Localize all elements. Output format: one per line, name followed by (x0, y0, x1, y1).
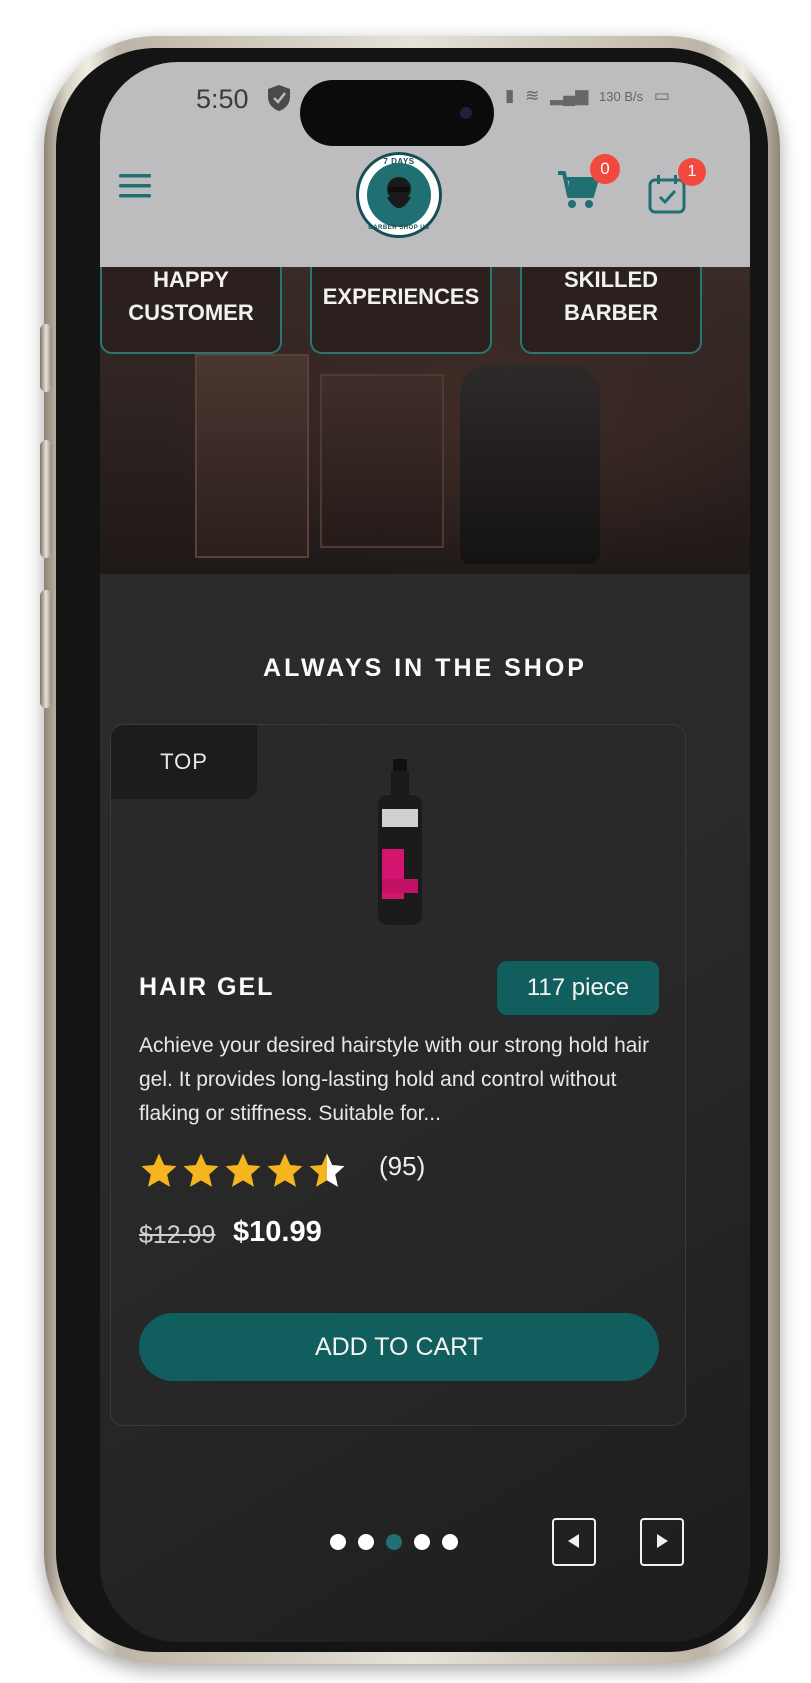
barber-chair-image (460, 364, 600, 564)
cabinet-image (320, 374, 444, 548)
add-to-cart-button[interactable]: ADD TO CART (139, 1313, 659, 1381)
star-icon (183, 1153, 219, 1187)
dynamic-island (300, 80, 494, 146)
shield-icon (268, 85, 290, 111)
triangle-left-icon (568, 1533, 579, 1548)
stat-label: EXPERIENCES (322, 283, 480, 309)
status-icons: ▮ ≋ ▂▄▆ 130 B/s ▭ (505, 86, 676, 106)
star-icon (225, 1153, 261, 1187)
stat-label: BARBER (563, 300, 659, 325)
triangle-right-icon (657, 1533, 668, 1548)
stock-badge: 117 piece (497, 961, 659, 1015)
old-price: $12.99 (139, 1221, 216, 1249)
star-icon (141, 1153, 177, 1187)
wifi-icon: ≋ (525, 86, 540, 105)
section-title: ALWAYS IN THE SHOP (263, 654, 587, 682)
phone-button (40, 324, 52, 392)
shop-section: ALWAYS IN THE SHOP TOP HAIR GEL 117 piec… (100, 574, 750, 1642)
stat-label: SKILLED (563, 267, 659, 292)
barber-face-icon (367, 163, 431, 227)
phone-button (40, 440, 52, 558)
carousel-dot[interactable] (358, 1534, 374, 1550)
carousel-dot[interactable] (414, 1534, 430, 1550)
screen: 5:50 ▮ ≋ ▂▄▆ 130 B/s ▭ 7 DAYS BARBER SHO… (100, 62, 750, 1642)
carousel-prev-button[interactable] (552, 1518, 596, 1566)
signal-icon: ▂▄▆ (550, 86, 589, 105)
carousel-dot[interactable] (330, 1534, 346, 1550)
rating-count: (95) (379, 1151, 426, 1181)
stat-label: HAPPY (153, 267, 229, 292)
camera-icon (460, 107, 472, 119)
top-tag: TOP (111, 725, 257, 799)
app-header: 5:50 ▮ ≋ ▂▄▆ 130 B/s ▭ 7 DAYS BARBER SHO… (100, 62, 750, 267)
cart-count-badge: 0 (590, 154, 620, 184)
product-description: Achieve your desired hairstyle with our … (139, 1034, 650, 1125)
shop-logo[interactable]: 7 DAYS BARBER SHOP US (356, 152, 442, 238)
star-icon (267, 1153, 303, 1187)
new-price: $10.99 (233, 1216, 322, 1248)
battery-icon: ▭ (653, 86, 670, 105)
appointments-count-badge: 1 (678, 158, 706, 186)
net-speed: 130 B/s (599, 89, 644, 104)
logo-bottom-text: BARBER SHOP US (368, 225, 430, 231)
hero-banner: HAPPY CUSTOMER EXPERIENCES SKILLED BARBE… (100, 240, 750, 574)
menu-icon[interactable] (118, 172, 152, 200)
cabinet-image (195, 354, 309, 558)
star-half-icon (309, 1153, 345, 1187)
carousel-next-button[interactable] (640, 1518, 684, 1566)
vibrate-icon: ▮ (505, 86, 515, 105)
product-card[interactable]: TOP HAIR GEL 117 piece Achieve your desi… (110, 724, 686, 1426)
carousel-dot[interactable] (442, 1534, 458, 1550)
stat-label: CUSTOMER (128, 300, 254, 325)
product-image (378, 759, 422, 925)
carousel-dot-active[interactable] (386, 1534, 402, 1550)
product-name: HAIR GEL (139, 973, 275, 1001)
phone-button (40, 590, 52, 708)
status-time: 5:50 (196, 84, 249, 114)
